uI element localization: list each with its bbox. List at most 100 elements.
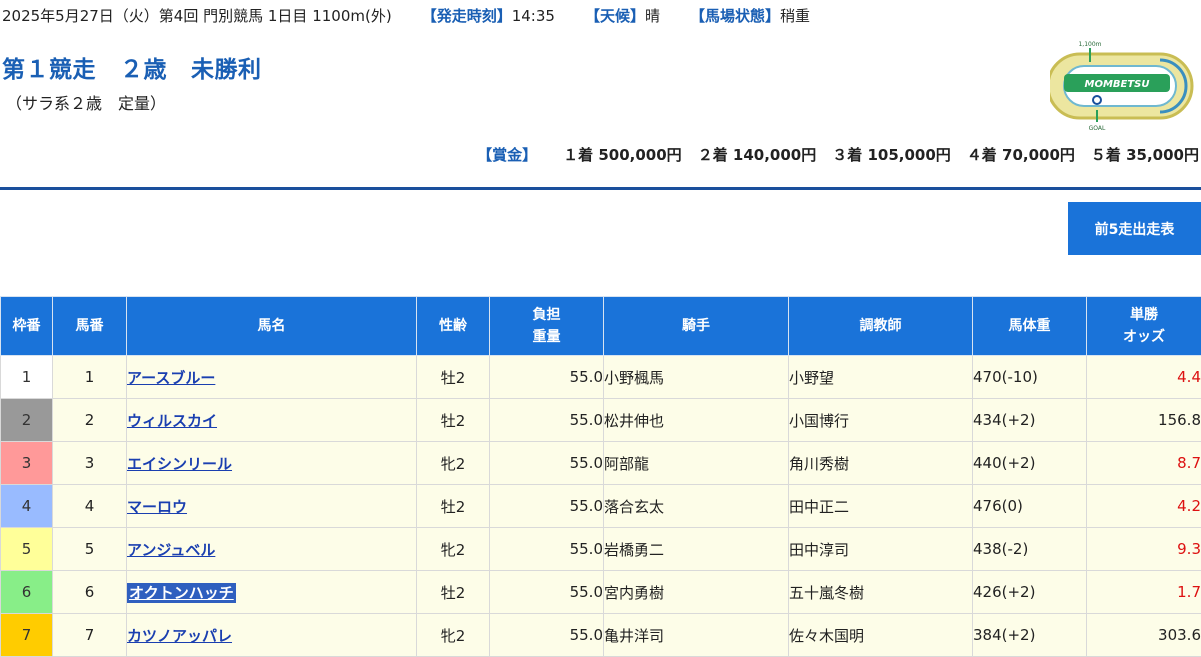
waku-number: 2 <box>1 399 53 442</box>
entries-table: 枠番 馬番 馬名 性齢 負担重量 騎手 調教師 馬体重 単勝オッズ 11アースブ… <box>0 296 1201 657</box>
prize-1st: １着 500,000円 <box>563 144 682 165</box>
trainer-name: 角川秀樹 <box>789 442 973 485</box>
horse-body-weight: 384(+2) <box>973 614 1087 657</box>
col-header-odds-line1: 単勝 <box>1130 307 1158 323</box>
win-odds: 9.3 <box>1087 528 1201 571</box>
trainer-name: 田中正二 <box>789 485 973 528</box>
col-header-name: 馬名 <box>127 297 417 356</box>
trainer-name: 小野望 <box>789 356 973 399</box>
horse-body-weight: 470(-10) <box>973 356 1087 399</box>
horse-name-cell: カツノアッパレ <box>127 614 417 657</box>
sex-age: 牝2 <box>417 528 490 571</box>
past5-entries-button[interactable]: 前5走出走表 <box>1068 202 1201 255</box>
race-number: 第１競走 <box>2 57 96 83</box>
col-header-waku: 枠番 <box>1 297 53 356</box>
win-odds: 4.4 <box>1087 356 1201 399</box>
prize-label: 【賞金】 <box>477 144 537 165</box>
trainer-name: 田中淳司 <box>789 528 973 571</box>
course-map-icon: MOMBETSU 1,100m GOAL <box>1050 38 1196 134</box>
horse-body-weight: 438(-2) <box>973 528 1087 571</box>
trainer-name: 五十嵐冬樹 <box>789 571 973 614</box>
race-date-info: 2025年5月27日（火）第4回 門別競馬 1日目 1100m(外) <box>2 5 392 26</box>
horse-name-link[interactable]: アンジュベル <box>127 541 215 559</box>
track-condition-label: 【馬場状態】 <box>690 7 780 25</box>
carried-weight: 55.0 <box>490 614 604 657</box>
race-info-bar: 2025年5月27日（火）第4回 門別競馬 1日目 1100m(外) 【発走時刻… <box>2 4 840 26</box>
horse-name-cell: エイシンリール <box>127 442 417 485</box>
col-header-trainer: 調教師 <box>789 297 973 356</box>
track-condition-info: 【馬場状態】稍重 <box>690 5 810 26</box>
jockey-name: 亀井洋司 <box>604 614 789 657</box>
table-row: 77カツノアッパレ牝255.0亀井洋司佐々木国明384(+2)303.6 <box>1 614 1201 657</box>
horse-number: 2 <box>53 399 127 442</box>
col-header-odds-line2: オッズ <box>1123 329 1165 345</box>
race-title: 第１競走 ２歳未勝利 <box>2 50 286 84</box>
sex-age: 牡2 <box>417 399 490 442</box>
trainer-name: 佐々木国明 <box>789 614 973 657</box>
waku-number: 6 <box>1 571 53 614</box>
waku-number: 1 <box>1 356 53 399</box>
horse-name-link[interactable]: カツノアッパレ <box>127 627 232 645</box>
horse-name-link[interactable]: マーロウ <box>127 498 187 516</box>
waku-number: 7 <box>1 614 53 657</box>
horse-body-weight: 426(+2) <box>973 571 1087 614</box>
col-header-body-weight: 馬体重 <box>973 297 1087 356</box>
col-header-sex-age: 性齢 <box>417 297 490 356</box>
sex-age: 牝2 <box>417 614 490 657</box>
col-header-weight-line2: 重量 <box>533 329 561 345</box>
start-time-label: 【発走時刻】 <box>422 7 512 25</box>
prize-list: 【賞金】 １着 500,000円 ２着 140,000円 ３着 105,000円… <box>477 144 1199 165</box>
prize-2nd: ２着 140,000円 <box>698 144 817 165</box>
horse-name-cell: ウィルスカイ <box>127 399 417 442</box>
trainer-name: 小国博行 <box>789 399 973 442</box>
col-header-odds: 単勝オッズ <box>1087 297 1201 356</box>
weather-label: 【天候】 <box>585 7 645 25</box>
carried-weight: 55.0 <box>490 528 604 571</box>
table-row: 11アースブルー牡255.0小野楓馬小野望470(-10)4.4 <box>1 356 1201 399</box>
waku-number: 5 <box>1 528 53 571</box>
horse-number: 4 <box>53 485 127 528</box>
carried-weight: 55.0 <box>490 399 604 442</box>
weather-value: 晴 <box>645 7 660 25</box>
sex-age: 牡2 <box>417 571 490 614</box>
jockey-name: 宮内勇樹 <box>604 571 789 614</box>
jockey-name: 松井伸也 <box>604 399 789 442</box>
waku-number: 4 <box>1 485 53 528</box>
race-class: 未勝利 <box>191 57 262 83</box>
sex-age: 牝2 <box>417 442 490 485</box>
col-header-weight-line1: 負担 <box>533 307 561 323</box>
horse-body-weight: 434(+2) <box>973 399 1087 442</box>
col-header-jockey: 騎手 <box>604 297 789 356</box>
course-goal: GOAL <box>1089 125 1106 132</box>
prize-5th: ５着 35,000円 <box>1091 144 1199 165</box>
track-condition-value: 稍重 <box>780 7 810 25</box>
horse-name-link[interactable]: アースブルー <box>127 369 215 387</box>
horse-number: 7 <box>53 614 127 657</box>
horse-number: 6 <box>53 571 127 614</box>
jockey-name: 小野楓馬 <box>604 356 789 399</box>
carried-weight: 55.0 <box>490 442 604 485</box>
horse-body-weight: 440(+2) <box>973 442 1087 485</box>
col-header-weight: 負担重量 <box>490 297 604 356</box>
table-row: 22ウィルスカイ牡255.0松井伸也小国博行434(+2)156.8 <box>1 399 1201 442</box>
table-header-row: 枠番 馬番 馬名 性齢 負担重量 騎手 調教師 馬体重 単勝オッズ <box>1 297 1201 356</box>
sex-age: 牡2 <box>417 356 490 399</box>
start-time-value: 14:35 <box>512 7 555 25</box>
table-row: 44マーロウ牡255.0落合玄太田中正二476(0)4.2 <box>1 485 1201 528</box>
win-odds: 4.2 <box>1087 485 1201 528</box>
win-odds: 1.7 <box>1087 571 1201 614</box>
horse-name-link[interactable]: ウィルスカイ <box>127 412 217 430</box>
table-row: 33エイシンリール牝255.0阿部龍角川秀樹440(+2)8.7 <box>1 442 1201 485</box>
race-age: ２歳 <box>120 57 167 83</box>
carried-weight: 55.0 <box>490 485 604 528</box>
horse-name-link[interactable]: オクトンハッチ <box>127 583 236 603</box>
jockey-name: 岩橋勇二 <box>604 528 789 571</box>
carried-weight: 55.0 <box>490 571 604 614</box>
header-divider <box>0 187 1201 190</box>
table-row: 55アンジュベル牝255.0岩橋勇二田中淳司438(-2)9.3 <box>1 528 1201 571</box>
win-odds: 8.7 <box>1087 442 1201 485</box>
jockey-name: 落合玄太 <box>604 485 789 528</box>
horse-name-link[interactable]: エイシンリール <box>127 455 232 473</box>
horse-name-cell: アンジュベル <box>127 528 417 571</box>
horse-name-cell: オクトンハッチ <box>127 571 417 614</box>
